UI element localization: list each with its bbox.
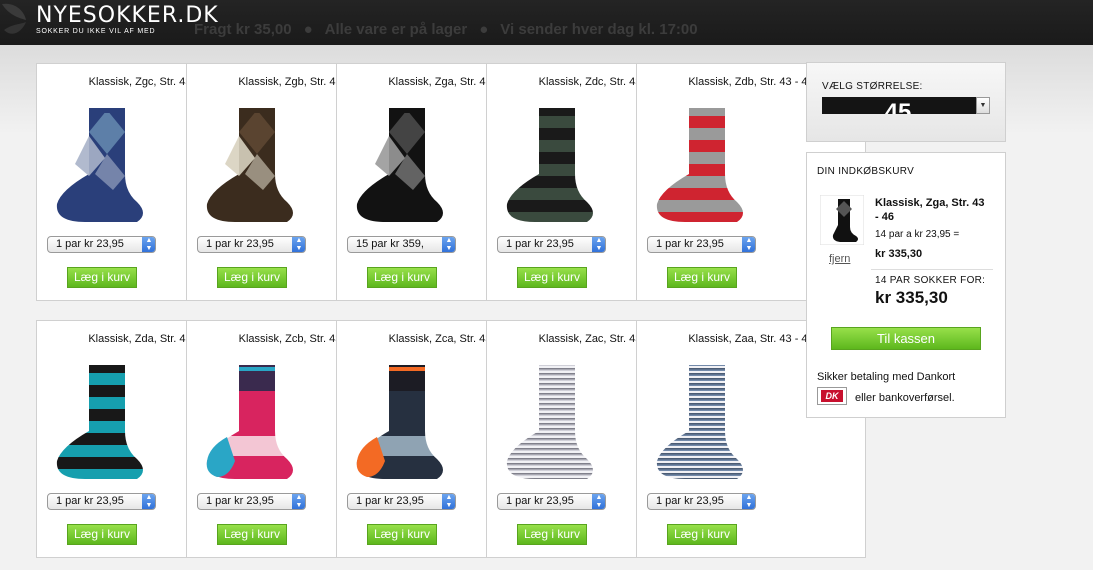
select-arrows-icon: ▲ ▼ [592, 237, 605, 252]
dankort-logo-text: DK [821, 390, 843, 402]
quantity-value: 1 par kr 23,95 [56, 495, 124, 507]
cart-summary-label: 14 PAR SOKKER FOR: [875, 275, 986, 286]
top-bar: NYESOKKER.DK SOKKER DU IKKE VIL AF MED F… [0, 0, 1093, 45]
cart-item-detail: 14 par a kr 23,95 = [875, 229, 960, 240]
quantity-select[interactable]: 1 par kr 23,95 ▲ ▼ [197, 493, 306, 510]
payment-alt-text: eller bankoverførsel. [855, 392, 955, 404]
add-to-cart-button[interactable]: Læg i kurv [217, 267, 287, 288]
product-image [656, 365, 743, 479]
quantity-value: 1 par kr 23,95 [356, 495, 424, 507]
site-logo[interactable]: NYESOKKER.DK SOKKER DU IKKE VIL AF MED [36, 4, 219, 36]
quantity-select[interactable]: 1 par kr 23,95 ▲ ▼ [347, 493, 456, 510]
select-arrows-icon: ▲ ▼ [742, 237, 755, 252]
quantity-select[interactable]: 1 par kr 23,95 ▲ ▼ [497, 236, 606, 253]
tagline-stock: Alle vare er på lager [324, 21, 468, 38]
tagline-shipping: Fragt kr 35,00 [194, 21, 292, 38]
tagline-dispatch: Vi sender hver dag kl. 17:00 [500, 21, 698, 38]
size-select[interactable]: 45 ▼ [822, 97, 990, 114]
quantity-value: 1 par kr 23,95 [56, 238, 124, 250]
logo-title: NYESOKKER.DK [36, 3, 219, 28]
select-arrows-icon: ▲ ▼ [292, 237, 305, 252]
quantity-select[interactable]: 1 par kr 23,95 ▲ ▼ [47, 493, 156, 510]
cart-item-total: kr 335,30 [875, 248, 923, 260]
add-to-cart-button[interactable]: Læg i kurv [667, 267, 737, 288]
product-image [206, 108, 293, 222]
tagline-separator: ● [479, 21, 489, 38]
cart-title: DIN INDKØBSKURV [817, 166, 915, 177]
product-image [506, 108, 593, 222]
product-image [656, 108, 743, 222]
quantity-value: 1 par kr 23,95 [506, 495, 574, 507]
select-arrows-icon: ▲ ▼ [592, 494, 605, 509]
tagline-separator: ● [303, 21, 313, 38]
dankort-icon: DK [817, 387, 847, 405]
quantity-select[interactable]: 1 par kr 23,95 ▲ ▼ [647, 236, 756, 253]
select-arrows-icon: ▲ ▼ [442, 494, 455, 509]
quantity-select[interactable]: 1 par kr 23,95 ▲ ▼ [47, 236, 156, 253]
product-image [56, 365, 143, 479]
add-to-cart-button[interactable]: Læg i kurv [367, 524, 437, 545]
select-arrows-icon: ▲ ▼ [142, 494, 155, 509]
cart-item-thumbnail [820, 195, 864, 245]
quantity-select[interactable]: 1 par kr 23,95 ▲ ▼ [497, 493, 606, 510]
quantity-value: 1 par kr 23,95 [656, 495, 724, 507]
product-image [506, 365, 593, 479]
size-panel: VÆLG STØRRELSE: 45 ▼ [806, 62, 1006, 142]
add-to-cart-button[interactable]: Læg i kurv [517, 267, 587, 288]
add-to-cart-button[interactable]: Læg i kurv [667, 524, 737, 545]
cart-summary-total: kr 335,30 [875, 288, 948, 307]
quantity-select[interactable]: 1 par kr 23,95 ▲ ▼ [647, 493, 756, 510]
size-label: VÆLG STØRRELSE: [822, 81, 923, 92]
butterfly-icon [2, 3, 26, 34]
quantity-select[interactable]: 15 par kr 359, ▲ ▼ [347, 236, 456, 253]
cart-divider [871, 269, 993, 270]
add-to-cart-button[interactable]: Læg i kurv [67, 524, 137, 545]
cart-panel: DIN INDKØBSKURV fjern Klassisk, Zga, Str… [806, 152, 1006, 418]
select-arrows-icon: ▲ ▼ [292, 494, 305, 509]
checkout-button[interactable]: Til kassen [831, 327, 981, 350]
quantity-value: 1 par kr 23,95 [206, 238, 274, 250]
payment-text: Sikker betaling med Dankort [817, 371, 956, 383]
quantity-value: 1 par kr 23,95 [206, 495, 274, 507]
add-to-cart-button[interactable]: Læg i kurv [517, 524, 587, 545]
product-image [206, 365, 293, 479]
remove-link[interactable]: fjern [829, 253, 850, 265]
size-value: 45 [884, 99, 912, 114]
cart-item-name: Klassisk, Zga, Str. 43 - 46 [875, 197, 985, 223]
product-image [56, 108, 143, 222]
product-image [356, 108, 443, 222]
select-arrows-icon: ▲ ▼ [742, 494, 755, 509]
chevron-down-icon[interactable]: ▼ [976, 97, 990, 114]
add-to-cart-button[interactable]: Læg i kurv [217, 524, 287, 545]
add-to-cart-button[interactable]: Læg i kurv [67, 267, 137, 288]
product-image [356, 365, 443, 479]
quantity-value: 1 par kr 23,95 [656, 238, 724, 250]
add-to-cart-button[interactable]: Læg i kurv [367, 267, 437, 288]
quantity-select[interactable]: 1 par kr 23,95 ▲ ▼ [197, 236, 306, 253]
select-arrows-icon: ▲ ▼ [142, 237, 155, 252]
quantity-value: 1 par kr 23,95 [506, 238, 574, 250]
shipping-tagline: Fragt kr 35,00 ● Alle vare er på lager ● Vi … [194, 21, 698, 38]
logo-subtitle: SOKKER DU IKKE VIL AF MED [36, 28, 156, 35]
quantity-value: 15 par kr 359, [356, 238, 424, 250]
select-arrows-icon: ▲ ▼ [442, 237, 455, 252]
